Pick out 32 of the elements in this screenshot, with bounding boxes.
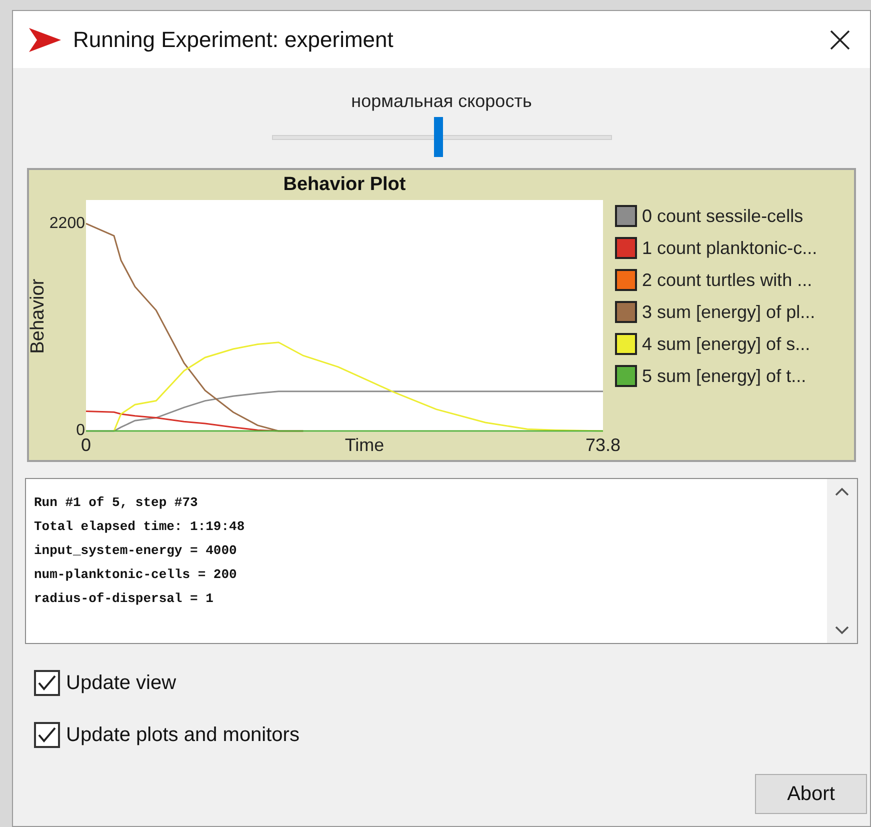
checkbox[interactable]: [34, 722, 60, 748]
checkbox-label: Update view: [66, 671, 176, 696]
output-line: Total elapsed time: 1:19:48: [34, 518, 246, 536]
checkmark-icon: [38, 675, 56, 691]
abort-button[interactable]: Abort: [755, 774, 867, 814]
window-title: Running Experiment: experiment: [73, 26, 394, 54]
checkbox[interactable]: [34, 670, 60, 696]
speed-slider[interactable]: [272, 115, 612, 159]
output-line: input_system-energy = 4000: [34, 542, 238, 560]
output-line: num-planktonic-cells = 200: [34, 566, 238, 584]
close-icon: [830, 30, 850, 50]
y-axis-label: Behavior: [26, 278, 49, 354]
output-line: Run #1 of 5, step #73: [34, 494, 199, 512]
legend-label: 4 sum [energy] of s...: [642, 332, 810, 356]
scrollbar[interactable]: [827, 479, 857, 643]
legend-label: 3 sum [energy] of pl...: [642, 300, 816, 324]
plot-title: Behavior Plot: [283, 173, 406, 197]
checkbox-label: Update plots and monitors: [66, 723, 300, 748]
scroll-down-icon[interactable]: [835, 625, 849, 635]
legend-label: 1 count planktonic-c...: [642, 236, 818, 260]
legend-label: 5 sum [energy] of t...: [642, 364, 806, 388]
checkmark-icon: [38, 727, 56, 743]
output-line: radius-of-dispersal = 1: [34, 590, 214, 608]
speed-label: нормальная скорость: [351, 90, 532, 113]
legend-label: 2 count turtles with ...: [642, 268, 812, 292]
x-axis-label: Time: [344, 434, 384, 457]
x-tick-label: 73.8: [584, 434, 622, 457]
arrow-logo-icon: [29, 28, 61, 52]
scroll-up-icon[interactable]: [835, 487, 849, 497]
slider-thumb[interactable]: [434, 117, 444, 157]
y-tick-label: 2200: [49, 214, 85, 234]
legend-label: 0 count sessile-cells: [642, 204, 804, 228]
